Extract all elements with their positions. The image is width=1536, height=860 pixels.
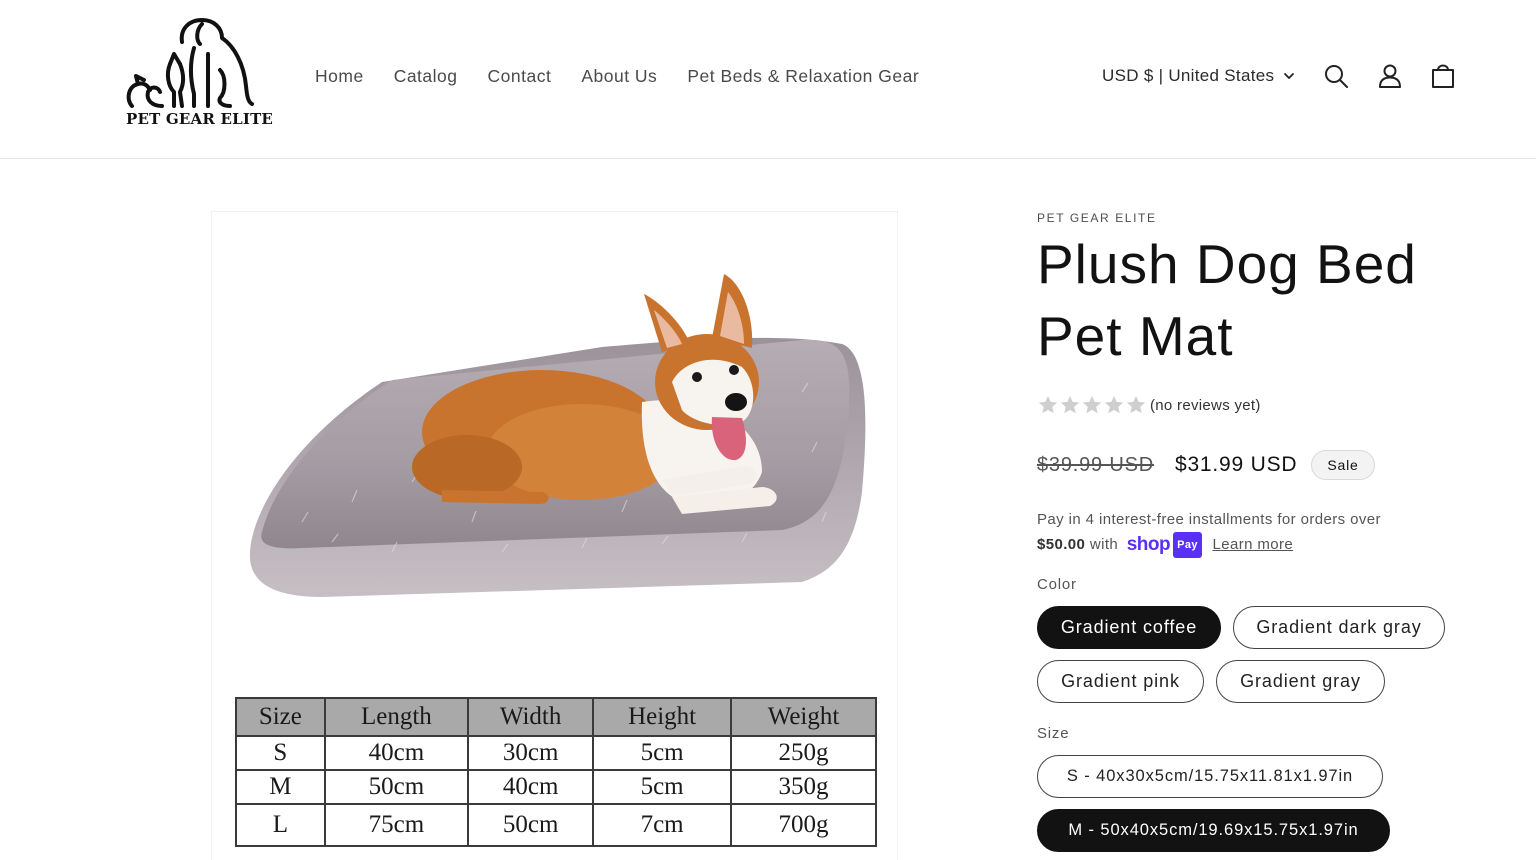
installments-with: with — [1089, 535, 1119, 553]
nav-home[interactable]: Home — [300, 66, 379, 87]
table-cell: 40cm — [323, 735, 470, 771]
nav-about-us[interactable]: About Us — [566, 66, 672, 87]
site-header: PET GEAR ELITE Home Catalog Contact Abou… — [0, 0, 1536, 159]
chevron-down-icon — [1284, 73, 1295, 79]
review-count: (no reviews yet) — [1150, 396, 1261, 414]
size-chart-table: Size Length Width Height Weight S 40cm 3… — [235, 697, 877, 847]
table-cell: 50cm — [323, 769, 470, 805]
size-chart-header: Length — [323, 697, 470, 737]
color-option-gradient-coffee[interactable]: Gradient coffee — [1037, 606, 1221, 649]
price-block: $39.99 USD $31.99 USD Sale — [1037, 450, 1375, 480]
size-chart-header: Size — [235, 697, 326, 737]
size-chart-header: Height — [592, 697, 733, 737]
product-photo-dog-on-bed — [249, 274, 866, 597]
table-cell: 75cm — [323, 803, 470, 847]
star-icon — [1126, 395, 1146, 414]
table-cell: 40cm — [467, 769, 595, 805]
product-media[interactable]: Size Length Width Height Weight S 40cm 3… — [211, 211, 898, 860]
star-icon — [1082, 395, 1102, 414]
account-icon[interactable] — [1376, 62, 1404, 90]
logo-text: PET GEAR ELITE — [126, 110, 274, 128]
star-icon — [1104, 395, 1124, 414]
color-option-gradient-gray[interactable]: Gradient gray — [1216, 660, 1385, 703]
rating-stars[interactable]: (no reviews yet) — [1037, 394, 1261, 416]
currency-selector[interactable]: USD $ | United States — [1102, 66, 1296, 86]
color-option-gradient-dark-gray[interactable]: Gradient dark gray — [1233, 606, 1445, 649]
table-cell: M — [235, 769, 326, 805]
table-cell: 30cm — [467, 735, 595, 771]
table-row: M 50cm 40cm 5cm 350g — [235, 769, 877, 805]
regular-price: $39.99 USD — [1037, 453, 1154, 476]
installments-text: Pay in 4 interest-free installments for … — [1037, 511, 1381, 528]
pet-logo-icon — [126, 18, 254, 108]
size-chart-header: Width — [467, 697, 595, 737]
size-chart-header-row: Size Length Width Height Weight — [235, 697, 877, 737]
nav-pet-beds[interactable]: Pet Beds & Relaxation Gear — [672, 66, 934, 87]
shop-pay-installments: Pay in 4 interest-free installments for … — [1037, 508, 1457, 558]
installments-threshold: $50.00 — [1037, 535, 1086, 553]
table-cell: 50cm — [467, 803, 595, 847]
shop-pay-logo: shop Pay — [1127, 532, 1202, 558]
table-cell: S — [235, 735, 326, 771]
main-nav: Home Catalog Contact About Us Pet Beds &… — [300, 66, 934, 87]
currency-label: USD $ | United States — [1102, 66, 1275, 85]
table-row: S 40cm 30cm 5cm 250g — [235, 735, 877, 771]
table-cell: 700g — [730, 803, 877, 847]
table-cell: 5cm — [592, 735, 733, 771]
search-icon[interactable] — [1322, 62, 1350, 90]
star-icon — [1038, 395, 1058, 414]
shop-pay-word: shop — [1126, 534, 1171, 555]
nav-contact[interactable]: Contact — [473, 66, 567, 87]
size-chart-header: Weight — [730, 697, 877, 737]
nav-catalog[interactable]: Catalog — [379, 66, 473, 87]
store-logo[interactable]: PET GEAR ELITE — [122, 14, 273, 130]
sale-price: $31.99 USD — [1174, 453, 1298, 476]
cart-icon[interactable] — [1429, 62, 1457, 90]
size-label: Size — [1037, 725, 1070, 742]
table-cell: 5cm — [592, 769, 733, 805]
product-vendor: PET GEAR ELITE — [1037, 211, 1157, 225]
table-cell: 250g — [730, 735, 877, 771]
product-title: Plush Dog Bed Pet Mat — [1037, 233, 1417, 367]
size-option-m[interactable]: M - 50x40x5cm/19.69x15.75x1.97in — [1037, 809, 1390, 852]
color-option-gradient-pink[interactable]: Gradient pink — [1037, 660, 1204, 703]
table-cell: 7cm — [592, 803, 733, 847]
color-label: Color — [1037, 576, 1077, 593]
table-cell: 350g — [730, 769, 877, 805]
shop-pay-badge: Pay — [1173, 532, 1202, 558]
learn-more-link[interactable]: Learn more — [1212, 536, 1293, 553]
size-option-s[interactable]: S - 40x30x5cm/15.75x11.81x1.97in — [1037, 755, 1383, 798]
sale-badge: Sale — [1311, 450, 1375, 480]
table-cell: L — [235, 803, 326, 847]
table-row: L 75cm 50cm 7cm 700g — [235, 803, 877, 847]
star-icon — [1060, 395, 1080, 414]
